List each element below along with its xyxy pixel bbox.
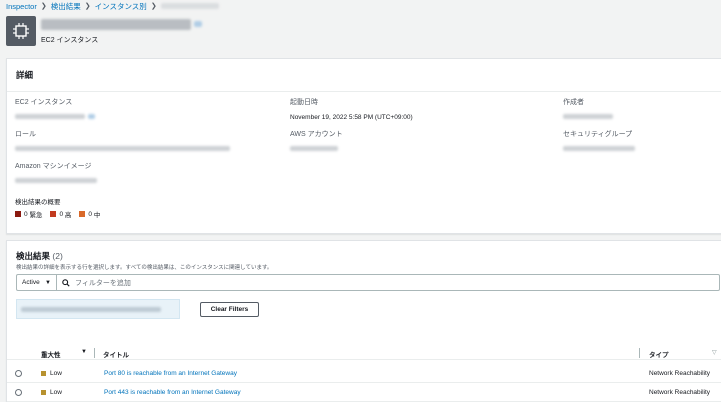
- caret-down-icon: ▼: [45, 279, 51, 286]
- field-ec2-instance: EC2 インスタンス: [15, 97, 95, 121]
- details-title: 詳細: [7, 59, 721, 92]
- severity-cell: Low: [41, 389, 62, 396]
- field-security-group: セキュリティグループ: [563, 129, 635, 153]
- findings-title: 検出結果 (2): [16, 251, 63, 261]
- column-type[interactable]: タイプ: [649, 349, 669, 359]
- summary-title: 検出結果の概要: [15, 199, 61, 206]
- field-creator: 作成者: [563, 97, 613, 121]
- details-panel: 詳細 EC2 インスタンス 起動日時 November 19, 2022 5:5…: [6, 58, 721, 234]
- critical-square-icon: [15, 211, 21, 217]
- type-cell: Network Reachability: [649, 370, 711, 377]
- ec2-chip-icon: [6, 16, 36, 46]
- search-input[interactable]: フィルターを追加: [75, 278, 131, 288]
- column-resizer[interactable]: [639, 348, 640, 358]
- finding-title-link[interactable]: Port 443 is reachable from an Internet G…: [104, 389, 241, 396]
- page-subtitle: EC2 インスタンス: [41, 37, 99, 44]
- findings-panel: 検出結果 (2) 検出結果の詳細を表示する行を選択します。すべての検出結果は、こ…: [6, 240, 721, 402]
- breadcrumb-by-instance[interactable]: インスタンス別: [95, 1, 147, 12]
- chevron-right-icon: ❯: [150, 3, 157, 10]
- field-aws-account: AWS アカウント: [290, 129, 343, 153]
- type-cell: Network Reachability: [649, 389, 711, 396]
- high-square-icon: [50, 211, 57, 217]
- column-title[interactable]: タイトル: [103, 349, 129, 359]
- low-severity-icon: [41, 370, 46, 376]
- column-resizer[interactable]: [94, 348, 95, 358]
- search-icon: [62, 278, 70, 287]
- severity-cell: Low: [41, 370, 62, 377]
- page-header: EC2 インスタンス: [6, 16, 202, 46]
- chevron-right-icon: ❯: [40, 3, 47, 10]
- clear-filters-button[interactable]: Clear Filters: [200, 302, 259, 317]
- status-dropdown[interactable]: Active ▼: [17, 275, 57, 290]
- table-row[interactable]: Low Port 443 is reachable from an Intern…: [7, 383, 721, 402]
- medium-square-icon: [79, 211, 86, 217]
- field-launch-time: 起動日時 November 19, 2022 5:58 PM (UTC+09:0…: [290, 99, 413, 121]
- chevron-right-icon: ❯: [84, 3, 91, 10]
- field-ami: Amazon マシンイメージ: [15, 161, 97, 185]
- row-radio[interactable]: [15, 389, 22, 396]
- breadcrumb-inspector[interactable]: Inspector: [6, 2, 37, 11]
- low-severity-icon: [41, 389, 46, 395]
- breadcrumb: Inspector ❯ 検出結果 ❯ インスタンス別 ❯: [6, 0, 219, 12]
- row-radio[interactable]: [15, 370, 22, 377]
- column-severity[interactable]: 重大性: [41, 349, 61, 359]
- summary-critical: 0 緊急: [15, 209, 42, 219]
- filter-token[interactable]: [16, 299, 180, 319]
- breadcrumb-findings[interactable]: 検出結果: [51, 1, 81, 12]
- filter-bar: Active ▼ フィルターを追加: [16, 274, 720, 291]
- page-title: [41, 16, 202, 32]
- sort-caret-icon[interactable]: ▽: [712, 349, 717, 356]
- breadcrumb-current-redacted: [160, 3, 219, 9]
- filter-search[interactable]: フィルターを追加: [57, 278, 131, 288]
- findings-table-header: 重大性 ▼ タイトル タイプ ▽: [7, 346, 721, 360]
- findings-description: 検出結果の詳細を表示する行を選択します。すべての検出結果は、このインスタンスに関…: [16, 265, 273, 271]
- sort-desc-icon[interactable]: ▼: [81, 349, 87, 355]
- field-role: ロール: [15, 129, 230, 153]
- finding-title-link[interactable]: Port 80 is reachable from an Internet Ga…: [104, 370, 237, 377]
- summary-medium: 0 中: [79, 209, 100, 219]
- table-row[interactable]: Low Port 80 is reachable from an Interne…: [7, 364, 721, 383]
- findings-summary: 0 緊急 0 高 0 中: [15, 209, 108, 219]
- summary-high: 0 高: [50, 209, 71, 219]
